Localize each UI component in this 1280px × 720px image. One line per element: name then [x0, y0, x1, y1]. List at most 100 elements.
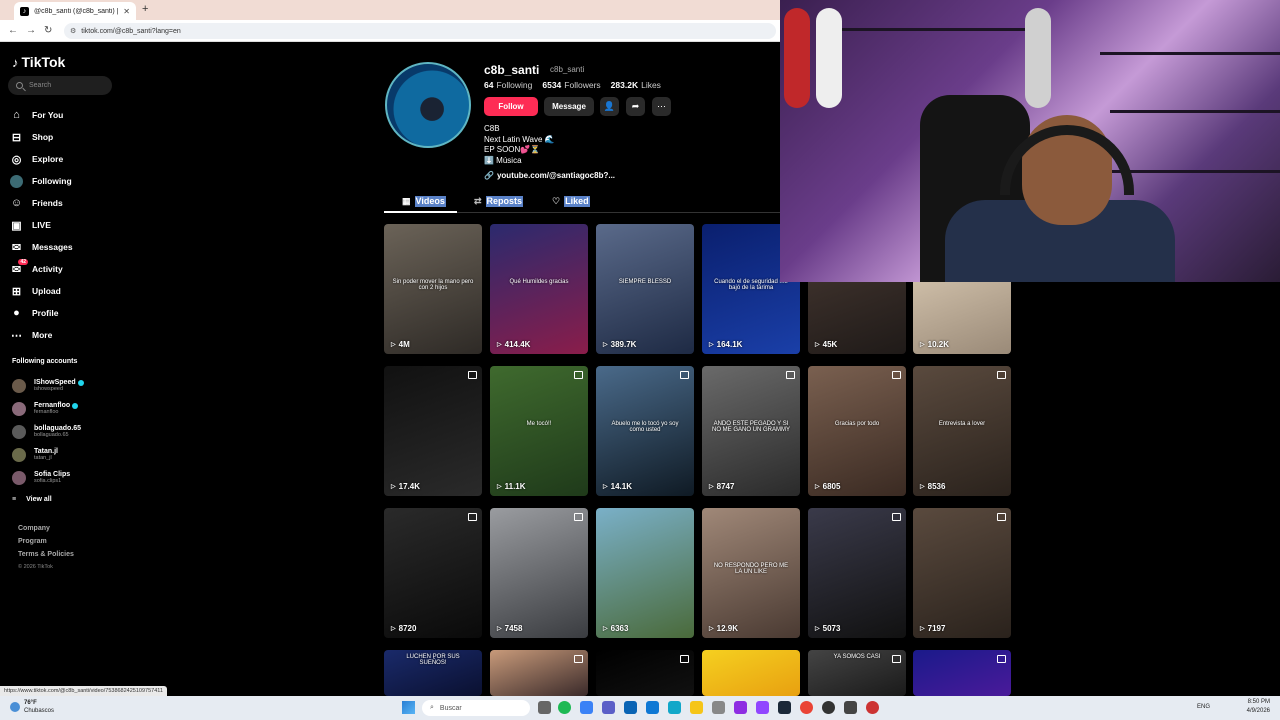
- steam-icon[interactable]: [778, 701, 791, 714]
- play-icon: ▷: [709, 626, 714, 632]
- video-tile[interactable]: [490, 650, 588, 696]
- task-view-icon[interactable]: [538, 701, 551, 714]
- link-status-url: https://www.tiktok.com/@c8b_santi/video/…: [0, 686, 167, 696]
- weather-widget[interactable]: 76°F Chubascos: [10, 699, 54, 715]
- app-icon[interactable]: [580, 701, 593, 714]
- tab-videos[interactable]: ▦ Videos: [402, 196, 446, 207]
- url-field[interactable]: ⚙ tiktok.com/@c8b_santi?lang=en: [64, 23, 776, 39]
- video-tile[interactable]: ▷ 6363: [596, 508, 694, 638]
- language-indicator[interactable]: ENG: [1197, 704, 1210, 710]
- video-tile[interactable]: [596, 650, 694, 696]
- view-count: ▷ 7197: [920, 624, 945, 633]
- following-account[interactable]: Sofia Clips sofia.clips1: [12, 466, 84, 489]
- sidebar-item-messages[interactable]: ✉ Messages: [10, 236, 73, 258]
- photo-carousel-icon: [574, 513, 583, 521]
- tab-reposts-label: Reposts: [485, 196, 524, 207]
- video-tile[interactable]: ANDO ESTE PEGADO Y SI NO ME GANO UN GRAM…: [702, 366, 800, 496]
- video-tile[interactable]: Sin poder mover la mano pero con 2 hijos…: [384, 224, 482, 354]
- chrome-icon[interactable]: [800, 701, 813, 714]
- view-count: ▷ 8747: [709, 482, 734, 491]
- video-tile[interactable]: Qué Humildes gracias ▷ 414.4K: [490, 224, 588, 354]
- reload-icon[interactable]: ↻: [44, 25, 52, 36]
- view-count: ▷ 17.4K: [391, 482, 420, 491]
- video-tile[interactable]: Gracias por todo ▷ 6805: [808, 366, 906, 496]
- view-all-button[interactable]: ≡ View all: [12, 489, 84, 509]
- back-icon[interactable]: ←: [8, 25, 18, 36]
- stat-followers[interactable]: 6534 Followers: [542, 80, 600, 90]
- view-count: ▷ 8720: [391, 624, 416, 633]
- video-tile[interactable]: ▷ 8720: [384, 508, 482, 638]
- tab-liked[interactable]: ♡ Liked: [552, 196, 590, 207]
- forward-icon[interactable]: →: [26, 25, 36, 36]
- sidebar-item-live[interactable]: ▣ LIVE: [10, 214, 73, 236]
- taskbar-search[interactable]: ⌕ Buscar: [422, 700, 530, 716]
- sidebar-item-activity[interactable]: ✉ 42 Activity: [10, 258, 73, 280]
- video-tile[interactable]: [702, 650, 800, 696]
- following-account[interactable]: IShowSpeed ishowspeed: [12, 374, 84, 397]
- footer-link[interactable]: Terms & Policies: [18, 551, 74, 564]
- twitch-icon[interactable]: [756, 701, 769, 714]
- video-tile[interactable]: LUCHEN POR SUS SUEÑOS!: [384, 650, 482, 696]
- edge-icon[interactable]: [668, 701, 681, 714]
- play-icon: ▷: [815, 626, 820, 632]
- video-tile[interactable]: ▷ 7458: [490, 508, 588, 638]
- sidebar-item-profile[interactable]: ● Profile: [10, 302, 73, 324]
- sidebar-item-label: LIVE: [32, 220, 51, 230]
- following-account[interactable]: Tatan.jl tatan_jl: [12, 443, 84, 466]
- sidebar-item-for-you[interactable]: ⌂ For You: [10, 104, 73, 126]
- tab-close-icon[interactable]: ✕: [123, 7, 130, 16]
- search-input[interactable]: Search: [8, 76, 112, 95]
- new-tab-icon[interactable]: +: [142, 3, 148, 15]
- video-tile[interactable]: Me tocó!! ▷ 11.1K: [490, 366, 588, 496]
- following-account[interactable]: bollaguado.65 bollaguado.65: [12, 420, 84, 443]
- account-name-row: Tatan.jl: [34, 448, 58, 455]
- follow-button[interactable]: Follow: [484, 97, 538, 116]
- video-tile[interactable]: NO RESPONDO PERO ME LA UN LIKE ▷ 12.9K: [702, 508, 800, 638]
- video-tile[interactable]: [913, 650, 1011, 696]
- video-tile[interactable]: YA SOMOS CASI: [808, 650, 906, 696]
- windows-start-icon[interactable]: [402, 701, 415, 714]
- video-tile[interactable]: SIEMPRE BLESSD ▷ 389.7K: [596, 224, 694, 354]
- tab-reposts[interactable]: ⇄ Reposts: [474, 196, 524, 207]
- media-player-icon[interactable]: [822, 701, 835, 714]
- obs-icon[interactable]: [866, 701, 879, 714]
- app-icon[interactable]: [844, 701, 857, 714]
- sidebar-item-explore[interactable]: ◎ Explore: [10, 148, 73, 170]
- sidebar-item-following[interactable]: Following: [10, 170, 73, 192]
- footer-link[interactable]: Company: [18, 525, 74, 538]
- sidebar-item-shop[interactable]: ⊟ Shop: [10, 126, 73, 148]
- site-info-icon[interactable]: ⚙: [70, 27, 76, 35]
- video-tile[interactable]: Abuelo me lo tocó yo soy como usted ▷ 14.1…: [596, 366, 694, 496]
- teams-icon[interactable]: [602, 701, 615, 714]
- footer-link[interactable]: Program: [18, 538, 74, 551]
- message-button[interactable]: Message: [544, 97, 594, 116]
- sidebar-item-more[interactable]: ⋯ More: [10, 324, 73, 346]
- video-tile[interactable]: ▷ 7197: [913, 508, 1011, 638]
- share-icon[interactable]: ➦: [626, 97, 645, 116]
- app-icon[interactable]: [734, 701, 747, 714]
- file-explorer-icon[interactable]: [690, 701, 703, 714]
- view-count-value: 8720: [398, 624, 417, 633]
- system-clock[interactable]: 8:50 PM 4/9/2026: [1247, 698, 1270, 716]
- weather-icon: [10, 702, 20, 712]
- sidebar-item-label: Upload: [32, 286, 61, 296]
- following-account[interactable]: Fernanfloo fernanfloo: [12, 397, 84, 420]
- tiktok-logo[interactable]: ♪ TikTok: [12, 54, 65, 70]
- more-options-icon[interactable]: ⋯: [652, 97, 671, 116]
- video-tile[interactable]: Entrevista a lover ▷ 8536: [913, 366, 1011, 496]
- sidebar-item-upload[interactable]: ⊞ Upload: [10, 280, 73, 302]
- skateboard-decor: [1025, 8, 1051, 108]
- stat-following[interactable]: 64 Following: [484, 80, 532, 90]
- weather-desc: Chubascos: [24, 708, 55, 714]
- app-icon[interactable]: [624, 701, 637, 714]
- spotify-icon[interactable]: [558, 701, 571, 714]
- profile-link[interactable]: 🔗 youtube.com/@santiagoc8b?...: [484, 171, 615, 180]
- sidebar-item-friends[interactable]: ☺ Friends: [10, 192, 73, 214]
- add-friend-icon[interactable]: 👤: [600, 97, 619, 116]
- video-tile[interactable]: ▷ 17.4K: [384, 366, 482, 496]
- app-icon[interactable]: [712, 701, 725, 714]
- outlook-icon[interactable]: [646, 701, 659, 714]
- video-tile[interactable]: ▷ 5073: [808, 508, 906, 638]
- browser-tab[interactable]: ♪ @c8b_santi (@c8b_santi) | TikTok ✕: [14, 2, 136, 20]
- skateboard-decor: [784, 8, 810, 108]
